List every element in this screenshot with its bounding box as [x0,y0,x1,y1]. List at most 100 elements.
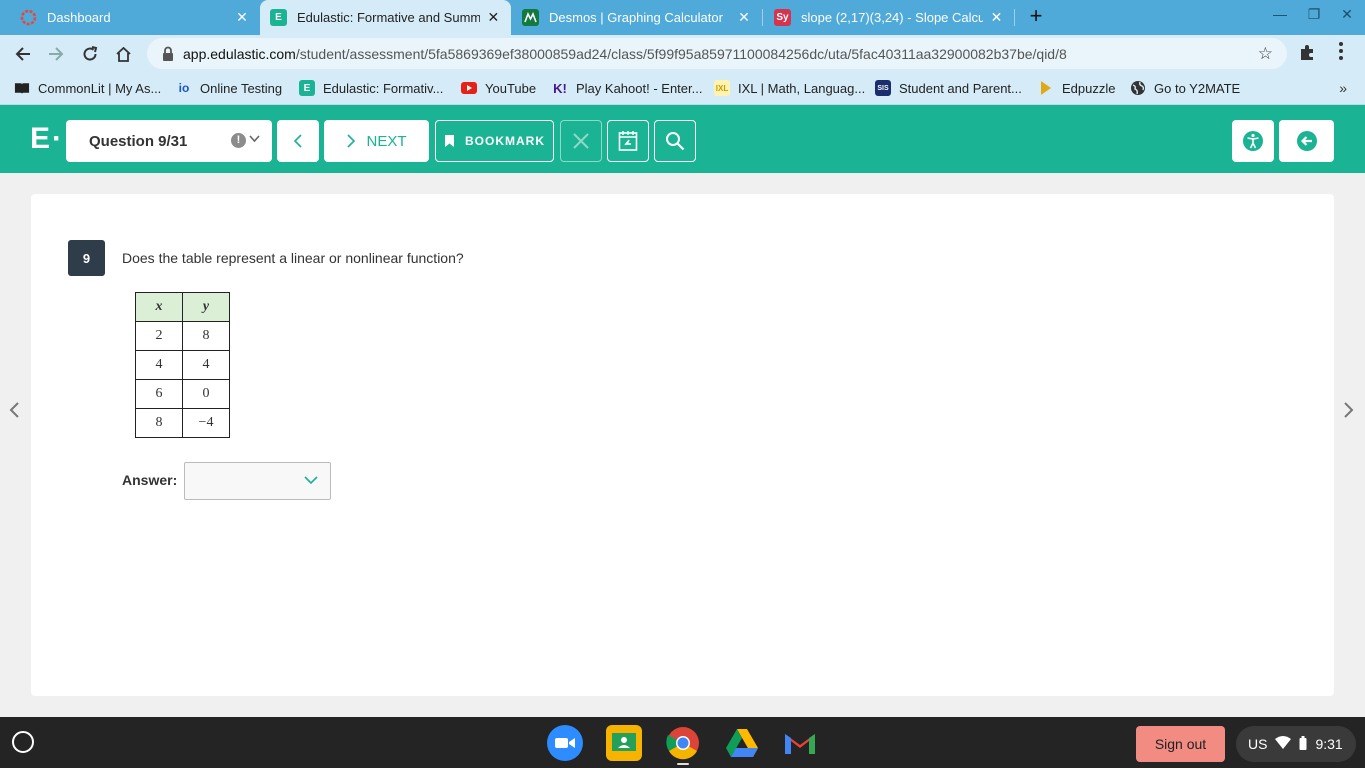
close-icon[interactable]: ✕ [234,9,250,26]
chevron-down-icon [249,131,260,146]
table-cell: 0 [182,379,230,409]
next-label: NEXT [366,132,407,150]
table-header-row: x y [135,292,230,322]
assessment-header: E· Question 9/31 ! NEXT BOOKMARK [0,105,1365,173]
table-cell: 8 [135,408,183,438]
bookmark-label: Play Kahoot! - Enter... [576,80,703,96]
next-arrow-icon[interactable] [1343,401,1355,424]
calendar-icon [618,131,638,151]
answer-dropdown[interactable] [184,462,331,500]
accessibility-button[interactable] [1232,120,1274,162]
bookmark-question-button[interactable]: BOOKMARK [435,120,554,162]
bookmark-online-testing[interactable]: io Online Testing [176,80,283,96]
address-bar[interactable]: app.edulastic.com/student/assessment/5fa… [147,38,1287,69]
bookmark-sis[interactable]: SIS Student and Parent... [875,80,1022,96]
tab-dashboard[interactable]: Dashboard ✕ [10,0,260,34]
chevron-left-icon [293,134,302,148]
keyboard-locale: US [1248,736,1268,752]
new-tab-button[interactable]: + [1025,4,1047,30]
google-classroom-icon[interactable] [606,725,642,761]
table-cell: 8 [182,321,230,351]
question-selector[interactable]: Question 9/31 ! [66,120,272,162]
edulastic-icon: E [299,80,315,96]
edpuzzle-icon [1038,80,1054,96]
home-icon [115,46,131,62]
previous-arrow-icon[interactable] [8,401,20,424]
tab-symbolab[interactable]: Sy slope (2,17)(3,24) - Slope Calcula ✕ [764,0,1014,34]
table-row: 4 4 [135,350,230,380]
exit-arrow-icon [1296,131,1317,151]
bookmark-commonlit[interactable]: CommonLit | My As... [14,80,161,96]
back-button[interactable] [10,41,36,67]
bookmark-ixl[interactable]: IXL IXL | Math, Languag... [714,80,865,96]
extensions-puzzle-icon[interactable] [1298,44,1316,67]
close-icon[interactable]: ✕ [989,9,1004,26]
bookmark-label: Student and Parent... [899,80,1022,96]
previous-question-button[interactable] [277,120,319,162]
bookmark-label: YouTube [485,80,537,96]
question-number-badge: 9 [68,240,105,276]
wifi-icon [1275,736,1292,752]
battery-icon [1299,735,1307,753]
reload-button[interactable] [77,41,103,67]
close-icon[interactable]: ✕ [486,9,501,26]
edulastic-favicon: E [270,9,287,26]
launcher-icon[interactable] [12,731,34,753]
chevron-down-icon [304,476,318,485]
globe-icon [1130,80,1146,96]
magnifier-button[interactable] [654,120,696,162]
tab-title: Dashboard [47,9,111,25]
next-question-button[interactable]: NEXT [324,120,429,162]
sign-out-button[interactable]: Sign out [1136,726,1225,762]
forward-button[interactable] [43,41,69,67]
bookmark-youtube[interactable]: YouTube [461,80,536,96]
bookmark-icon [445,135,454,147]
tab-edulastic[interactable]: E Edulastic: Formative and Summa ✕ [260,0,511,35]
gmail-icon[interactable] [782,725,818,761]
bookmark-kahoot[interactable]: K! Play Kahoot! - Enter... [552,80,702,96]
home-button[interactable] [110,41,136,67]
arrow-right-icon [49,47,64,61]
bookmark-edpuzzle[interactable]: Edpuzzle [1038,80,1115,96]
status-tray[interactable]: US 9:31 [1236,726,1356,762]
tab-title: Edulastic: Formative and Summa [297,10,480,25]
reload-icon [83,46,98,61]
bookmarks-overflow-button[interactable]: » [1339,80,1347,96]
tab-desmos[interactable]: Desmos | Graphing Calculator ✕ [512,0,762,34]
symbolab-favicon: Sy [774,8,791,26]
bookmark-edulastic[interactable]: E Edulastic: Formativ... [299,80,443,96]
google-drive-icon[interactable] [724,725,760,761]
close-window-icon[interactable]: ✕ [1337,6,1357,23]
accessibility-icon [1243,131,1263,151]
restore-icon[interactable]: ❐ [1304,6,1324,23]
tab-divider [762,9,763,26]
calculator-button[interactable] [607,120,649,162]
question-prompt: Does the table represent a linear or non… [122,250,464,266]
eliminate-answer-button[interactable] [560,120,602,162]
minimize-icon[interactable]: — [1270,6,1290,22]
io-icon: io [178,81,190,95]
exit-test-button[interactable] [1279,120,1334,162]
url-text: app.edulastic.com/student/assessment/5fa… [183,46,1067,62]
chevron-right-icon [347,134,356,148]
dashboard-favicon [20,9,37,26]
answer-label: Answer: [122,472,178,488]
table-cell: 4 [182,350,230,380]
menu-kebab-icon[interactable] [1338,41,1344,66]
table-cell: −4 [182,408,230,438]
kahoot-icon: K! [553,80,567,96]
table-row: 6 0 [135,379,230,409]
star-icon[interactable]: ☆ [1258,44,1273,64]
zoom-app-icon[interactable] [547,725,583,761]
chrome-icon[interactable] [665,725,701,761]
ixl-icon: IXL [714,80,730,96]
bookmark-label: Online Testing [200,80,283,96]
table-header-x: x [135,292,183,322]
book-icon [14,80,30,96]
close-icon[interactable]: ✕ [736,9,752,26]
bookmark-y2mate[interactable]: Go to Y2MATE [1130,80,1240,96]
bookmark-label: Go to Y2MATE [1154,80,1241,96]
clock: 9:31 [1315,736,1343,752]
bookmark-label: Edulastic: Formativ... [323,80,444,96]
tab-title: slope (2,17)(3,24) - Slope Calcula [801,9,984,25]
